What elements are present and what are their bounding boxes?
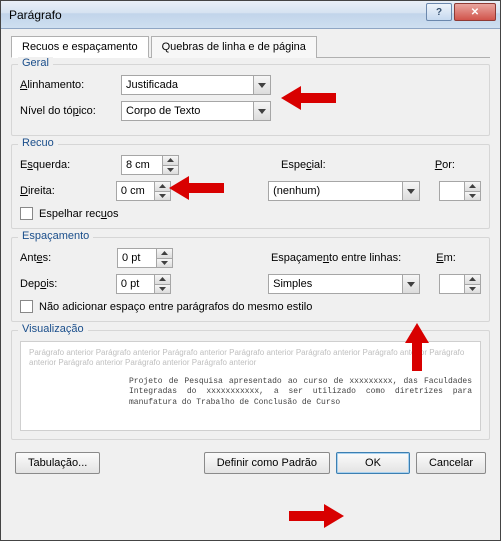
- label-right-indent: Direita:: [20, 185, 110, 197]
- line-spacing-value: Simples: [269, 278, 402, 290]
- preview-sample: Projeto de Pesquisa apresentado ao curso…: [29, 377, 472, 408]
- close-button[interactable]: ✕: [454, 3, 496, 21]
- group-general: Geral AAlinhamento:linhamento: Justifica…: [11, 64, 490, 136]
- combo-line-spacing[interactable]: Simples: [268, 274, 420, 294]
- before-value: 0 pt: [118, 252, 156, 264]
- tab-strip: Recuos e espaçamento Quebras de linha e …: [11, 35, 490, 58]
- spinner-at[interactable]: [439, 274, 481, 294]
- spin-down-icon[interactable]: [465, 192, 480, 201]
- spin-up-icon[interactable]: [155, 182, 170, 192]
- spin-down-icon[interactable]: [157, 259, 172, 268]
- right-indent-value: 0 cm: [117, 185, 154, 197]
- spinner-left-indent[interactable]: 8 cm: [121, 155, 179, 175]
- spin-down-icon[interactable]: [155, 285, 170, 294]
- label-dont-add: Não adicionar espaço entre parágrafos do…: [39, 301, 312, 313]
- help-button[interactable]: ?: [426, 3, 452, 21]
- combo-outline-level[interactable]: Corpo de Texto: [121, 101, 271, 121]
- legend-spacing: Espaçamento: [18, 230, 93, 242]
- titlebar[interactable]: Parágrafo ? ✕: [1, 1, 500, 29]
- special-value: (nenhum): [269, 185, 402, 197]
- label-left-indent: Esquerda:: [20, 159, 115, 171]
- spin-down-icon[interactable]: [465, 285, 480, 294]
- group-preview: Visualização Parágrafo anterior Parágraf…: [11, 330, 490, 440]
- checkbox-mirror[interactable]: [20, 207, 33, 220]
- preview-lorem: Parágrafo anterior Parágrafo anterior Pa…: [29, 348, 472, 369]
- spin-up-icon[interactable]: [465, 182, 480, 192]
- spinner-before[interactable]: 0 pt: [117, 248, 173, 268]
- checkbox-dont-add[interactable]: [20, 300, 33, 313]
- label-outline-level: Nível do tópico:: [20, 105, 115, 117]
- tabulation-button[interactable]: Tabulação...: [15, 452, 100, 474]
- left-indent-value: 8 cm: [122, 159, 162, 171]
- chevron-down-icon[interactable]: [402, 275, 419, 293]
- label-before: Antes:: [20, 252, 111, 264]
- label-mirror: Espelhar recuos: [39, 208, 119, 220]
- combo-special[interactable]: (nenhum): [268, 181, 420, 201]
- label-at: Em:: [436, 252, 456, 264]
- label-alignment: AAlinhamento:linhamento:: [20, 79, 115, 91]
- spin-up-icon[interactable]: [157, 249, 172, 259]
- spinner-right-indent[interactable]: 0 cm: [116, 181, 171, 201]
- chevron-down-icon[interactable]: [253, 102, 270, 120]
- spin-up-icon[interactable]: [155, 275, 170, 285]
- tab-line-page-breaks[interactable]: Quebras de linha e de página: [151, 36, 317, 58]
- spin-down-icon[interactable]: [163, 166, 178, 175]
- window-title: Parágrafo: [9, 8, 62, 22]
- legend-general: Geral: [18, 57, 53, 69]
- spin-down-icon[interactable]: [155, 192, 170, 201]
- label-special: Especial:: [281, 159, 361, 171]
- combo-outline-value: Corpo de Texto: [122, 105, 253, 117]
- label-after: Depois:: [20, 278, 110, 290]
- chevron-down-icon[interactable]: [253, 76, 270, 94]
- combo-alignment[interactable]: Justificada: [121, 75, 271, 95]
- label-by: Por:: [435, 159, 455, 171]
- tab-indent-spacing[interactable]: Recuos e espaçamento: [11, 36, 149, 58]
- label-line-spacing: Espaçamento entre linhas:: [271, 252, 424, 264]
- spinner-by[interactable]: [439, 181, 481, 201]
- legend-indent: Recuo: [18, 137, 58, 149]
- group-spacing: Espaçamento Antes: 0 pt Espaçamento entr…: [11, 237, 490, 322]
- spinner-after[interactable]: 0 pt: [116, 274, 171, 294]
- set-default-button[interactable]: Definir como Padrão: [204, 452, 330, 474]
- preview-box: Parágrafo anterior Parágrafo anterior Pa…: [20, 341, 481, 431]
- group-indent: Recuo Esquerda: 8 cm Especial: Por: Dire…: [11, 144, 490, 229]
- arrow-icon: [289, 501, 349, 531]
- chevron-down-icon[interactable]: [402, 182, 419, 200]
- spin-up-icon[interactable]: [163, 156, 178, 166]
- ok-button[interactable]: OK: [336, 452, 410, 474]
- combo-alignment-value: Justificada: [122, 79, 253, 91]
- legend-preview: Visualização: [18, 323, 88, 335]
- spin-up-icon[interactable]: [465, 275, 480, 285]
- cancel-button[interactable]: Cancelar: [416, 452, 486, 474]
- after-value: 0 pt: [117, 278, 154, 290]
